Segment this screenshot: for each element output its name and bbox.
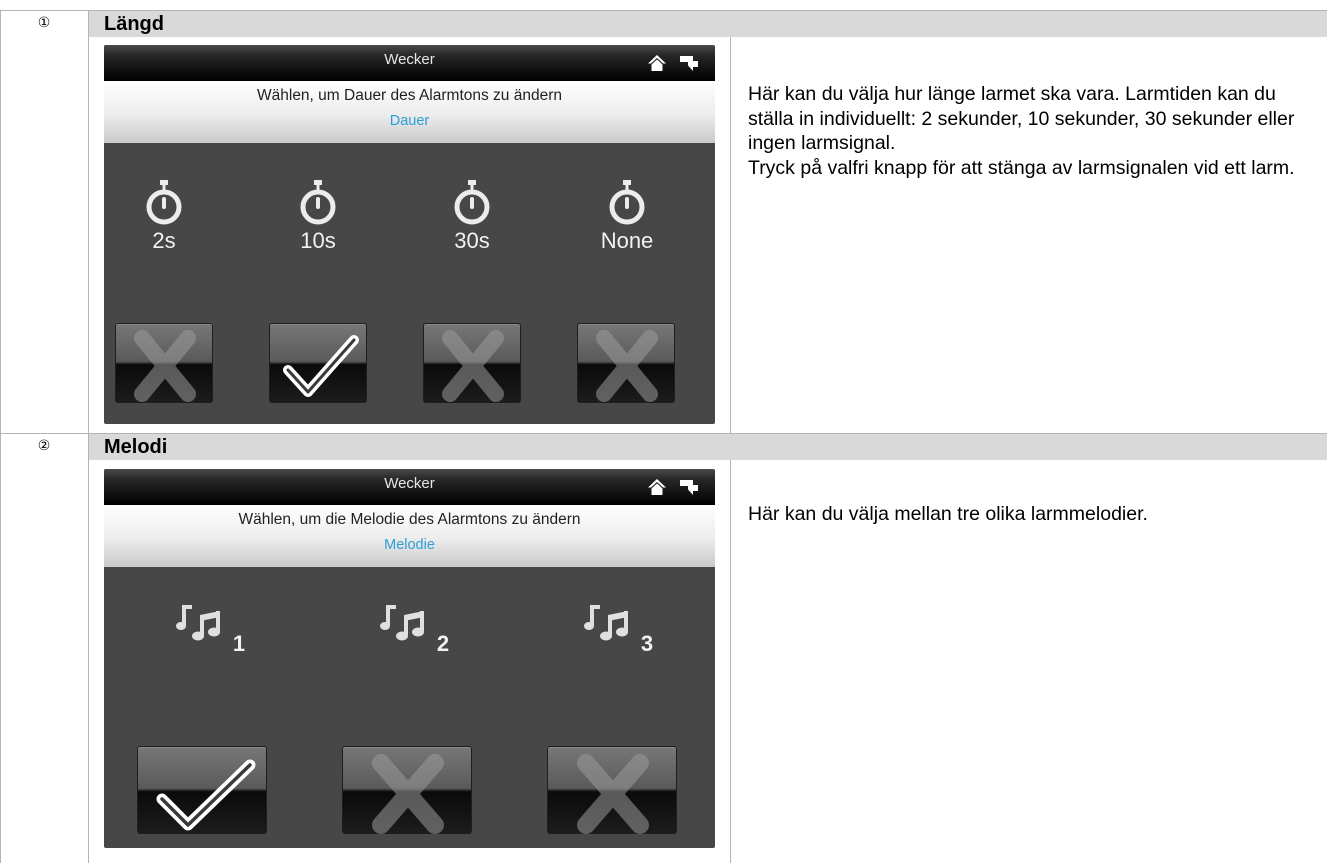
section-1-content-divider — [730, 36, 731, 433]
melody-button-3[interactable] — [547, 746, 677, 834]
stopwatch-icon — [300, 180, 336, 225]
section-number: ② — [37, 438, 51, 454]
cross-icon — [442, 330, 504, 402]
section-number: ① — [37, 15, 51, 31]
screen-title: Wecker — [384, 475, 435, 492]
home-icon[interactable] — [647, 54, 667, 72]
music-note-icon — [584, 605, 628, 641]
checkmark-icon — [283, 335, 359, 397]
melody-number: 3 — [640, 631, 654, 656]
option-button-none[interactable] — [577, 323, 675, 403]
device-screen-melody: Wecker Wählen, um die Melodie des Alarmt… — [104, 469, 715, 848]
section-header-band — [89, 11, 1327, 37]
screen-title-bar: Wecker — [104, 469, 715, 505]
screen-active-setting: Melodie — [384, 537, 435, 553]
screen-subtitle-bar: Wählen, um Dauer des Alarmtons zu ändern… — [104, 81, 715, 143]
section-description: Här kan du välja mellan tre olika larmme… — [748, 502, 1320, 527]
melody-number: 2 — [436, 631, 450, 656]
option-label: 2s — [152, 228, 176, 253]
screen-title: Wecker — [384, 51, 435, 68]
home-icon[interactable] — [647, 478, 667, 496]
stopwatch-icon — [454, 180, 490, 225]
description-paragraph: Tryck på valfri knapp för att stänga av … — [748, 156, 1295, 179]
cross-icon — [577, 754, 649, 834]
melody-number: 1 — [232, 631, 246, 656]
option-button-30s[interactable] — [423, 323, 521, 403]
melody-button-2[interactable] — [342, 746, 472, 834]
back-icon[interactable] — [679, 54, 699, 72]
music-note-icon — [176, 605, 220, 641]
section-title: Melodi — [104, 436, 168, 458]
section-header-band — [89, 434, 1327, 460]
cross-icon — [372, 754, 444, 834]
screen-active-setting: Dauer — [389, 113, 430, 129]
option-label: 10s — [300, 228, 336, 253]
section-2-content-divider — [730, 459, 731, 863]
screen-prompt: Wählen, um Dauer des Alarmtons zu ändern — [257, 87, 562, 104]
music-note-icon — [380, 605, 424, 641]
melody-button-1[interactable] — [137, 746, 267, 834]
back-icon[interactable] — [679, 478, 699, 496]
description-paragraph: Här kan du välja mellan tre olika larmme… — [748, 503, 1148, 525]
description-paragraph: Här kan du välja hur länge larmet ska va… — [748, 83, 1295, 154]
section-description: Här kan du välja hur länge larmet ska va… — [748, 82, 1320, 180]
screen-subtitle-bar: Wählen, um die Melodie des Alarmtons zu … — [104, 505, 715, 567]
cross-icon — [134, 330, 196, 402]
option-button-10s[interactable] — [269, 323, 367, 403]
cross-icon — [596, 330, 658, 402]
option-label: 30s — [454, 228, 490, 253]
option-label: None — [600, 228, 654, 253]
device-screen-duration: Wecker Wählen, um Dauer des Alarmtons zu… — [104, 45, 715, 424]
screen-prompt: Wählen, um die Melodie des Alarmtons zu … — [238, 511, 581, 528]
stopwatch-icon — [609, 180, 645, 225]
screen-title-bar: Wecker — [104, 45, 715, 81]
section-title: Längd — [104, 13, 164, 35]
stopwatch-icon — [146, 180, 182, 225]
checkmark-icon — [156, 759, 256, 831]
option-button-2s[interactable] — [115, 323, 213, 403]
